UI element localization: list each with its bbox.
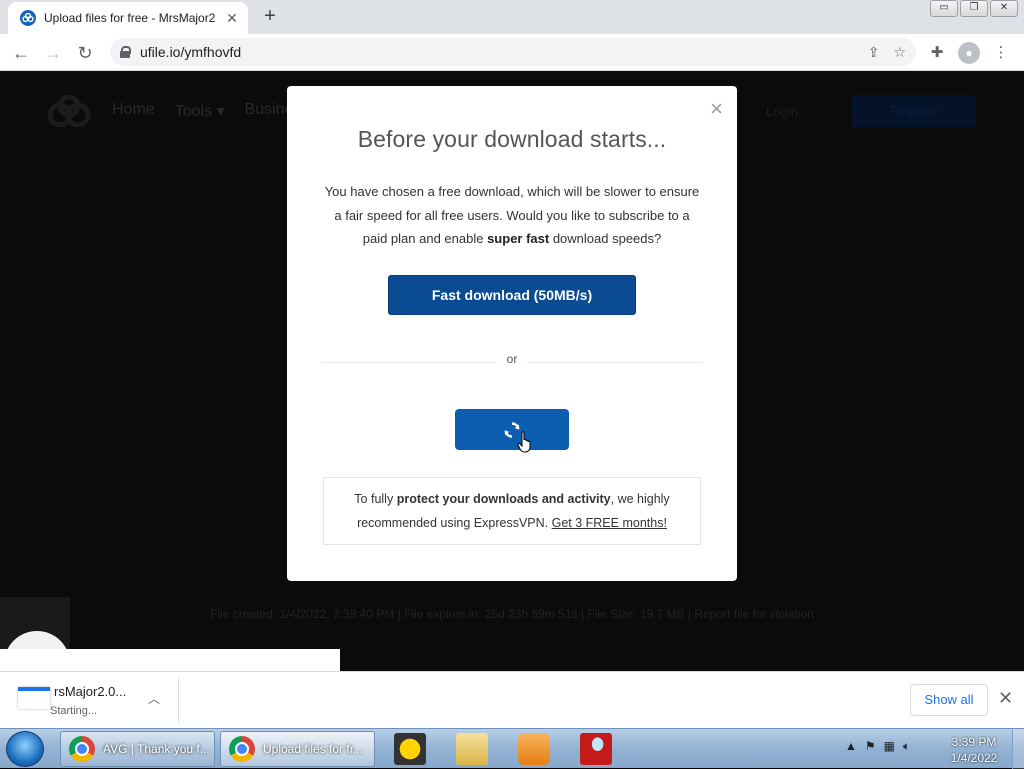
vpn-text-bold: protect your downloads and activity xyxy=(396,492,611,506)
back-arrow-icon[interactable]: ← xyxy=(8,40,34,66)
login-link[interactable]: Login xyxy=(766,104,798,119)
minimize-button[interactable]: ▭ xyxy=(930,0,958,17)
tab-close-icon[interactable]: ✕ xyxy=(224,10,240,27)
modal-text-bold: super fast xyxy=(487,231,550,246)
download-file-icon[interactable] xyxy=(18,687,50,709)
share-icon[interactable]: ⇪ xyxy=(868,44,880,61)
nav-tools[interactable]: Tools ▾ xyxy=(175,101,225,121)
close-window-button[interactable]: ✕ xyxy=(990,0,1018,17)
browser-tab[interactable]: Upload files for free - MrsMajor2 ✕ xyxy=(8,2,248,34)
media-player-icon[interactable] xyxy=(518,733,550,765)
chrome-icon xyxy=(69,736,95,762)
taskbar-clock[interactable]: 3:39 PM 1/4/2022 xyxy=(944,734,1004,766)
system-tray: ▲ ⚑ ▦ 🔈︎ xyxy=(845,739,910,754)
register-button[interactable]: Register xyxy=(852,95,976,127)
ufile-favicon-icon xyxy=(20,10,36,26)
windows-taskbar: AVG | Thank you f... Upload files for fr… xyxy=(0,728,1024,769)
download-shelf: rsMajor2.0... Starting... ︿ Show all ✕ xyxy=(0,671,1024,728)
clock-date: 1/4/2022 xyxy=(950,751,998,765)
download-shelf-close-icon[interactable]: ✕ xyxy=(998,688,1013,709)
modal-close-icon[interactable]: × xyxy=(710,98,723,120)
bookmark-star-icon[interactable]: ☆ xyxy=(893,44,906,61)
tab-title: Upload files for free - MrsMajor2 xyxy=(44,11,216,25)
task-label: Upload files for fr... xyxy=(263,742,364,756)
site-nav: Home Tools ▾ Busine xyxy=(112,101,293,121)
file-explorer-icon[interactable] xyxy=(456,733,488,765)
browser-toolbar: ← → ↻ ufile.io/ymfhovfd ⇪ ☆ ✚ ● ⋮ xyxy=(0,34,1024,71)
new-tab-button[interactable]: + xyxy=(258,5,282,29)
forward-arrow-icon[interactable]: → xyxy=(40,40,66,66)
extensions-puzzle-icon[interactable]: ✚ xyxy=(926,42,948,64)
maximize-button[interactable]: ❐ xyxy=(960,0,988,17)
reload-icon[interactable]: ↻ xyxy=(72,40,98,66)
modal-description: You have chosen a free download, which w… xyxy=(321,180,703,251)
vpn-text-part1: To fully xyxy=(354,492,397,506)
fast-download-button[interactable]: Fast download (50MB/s) xyxy=(388,275,636,315)
taskbar-task-avg[interactable]: AVG | Thank you f... xyxy=(60,731,215,767)
hand-cursor-icon xyxy=(517,431,531,453)
lock-icon[interactable] xyxy=(120,46,131,58)
browser-tab-strip: Upload files for free - MrsMajor2 ✕ + ▭ … xyxy=(0,0,1024,34)
file-info: File created: 1/4/2022, 3:39:40 PM | Fil… xyxy=(210,607,814,621)
action-center-flag-icon[interactable]: ⚑ xyxy=(865,739,876,754)
show-all-button[interactable]: Show all xyxy=(910,684,988,716)
start-button[interactable] xyxy=(6,731,44,767)
taskbar-task-upload[interactable]: Upload files for fr... xyxy=(220,731,375,767)
modal-title: Before your download starts... xyxy=(357,126,667,152)
download-status: Starting... xyxy=(50,705,98,717)
task-label: AVG | Thank you f... xyxy=(103,742,210,756)
or-label: or xyxy=(497,352,527,366)
page-white-strip xyxy=(0,649,340,671)
download-modal: × Before your download starts... You hav… xyxy=(287,86,737,581)
address-bar[interactable]: ufile.io/ymfhovfd ⇪ ☆ xyxy=(110,38,916,66)
tray-expand-icon[interactable]: ▲ xyxy=(845,739,857,754)
among-us-icon[interactable] xyxy=(580,733,612,765)
ufile-logo-icon xyxy=(46,94,92,128)
nav-home[interactable]: Home xyxy=(112,101,155,121)
modal-text-part2: download speeds? xyxy=(549,231,662,246)
volume-icon[interactable]: 🔈︎ xyxy=(903,739,910,754)
download-file-name[interactable]: rsMajor2.0... xyxy=(54,684,126,699)
menu-kebab-icon[interactable]: ⋮ xyxy=(990,42,1012,64)
free-download-button[interactable] xyxy=(455,409,569,450)
clock-time: 3:39 PM xyxy=(951,735,997,749)
expressvpn-offer-link[interactable]: Get 3 FREE months! xyxy=(552,516,667,530)
window-controls: ▭ ❐ ✕ xyxy=(930,0,1018,17)
url-text[interactable]: ufile.io/ymfhovfd xyxy=(140,44,241,60)
chevron-up-icon[interactable]: ︿ xyxy=(148,690,160,707)
chrome-icon xyxy=(229,736,255,762)
network-icon[interactable]: ▦ xyxy=(884,739,895,754)
download-divider xyxy=(178,678,179,722)
profile-avatar-icon[interactable]: ● xyxy=(958,42,980,64)
avg-app-icon[interactable] xyxy=(394,733,426,765)
show-desktop-button[interactable] xyxy=(1012,729,1024,769)
vpn-promo-box: To fully protect your downloads and acti… xyxy=(323,477,701,545)
